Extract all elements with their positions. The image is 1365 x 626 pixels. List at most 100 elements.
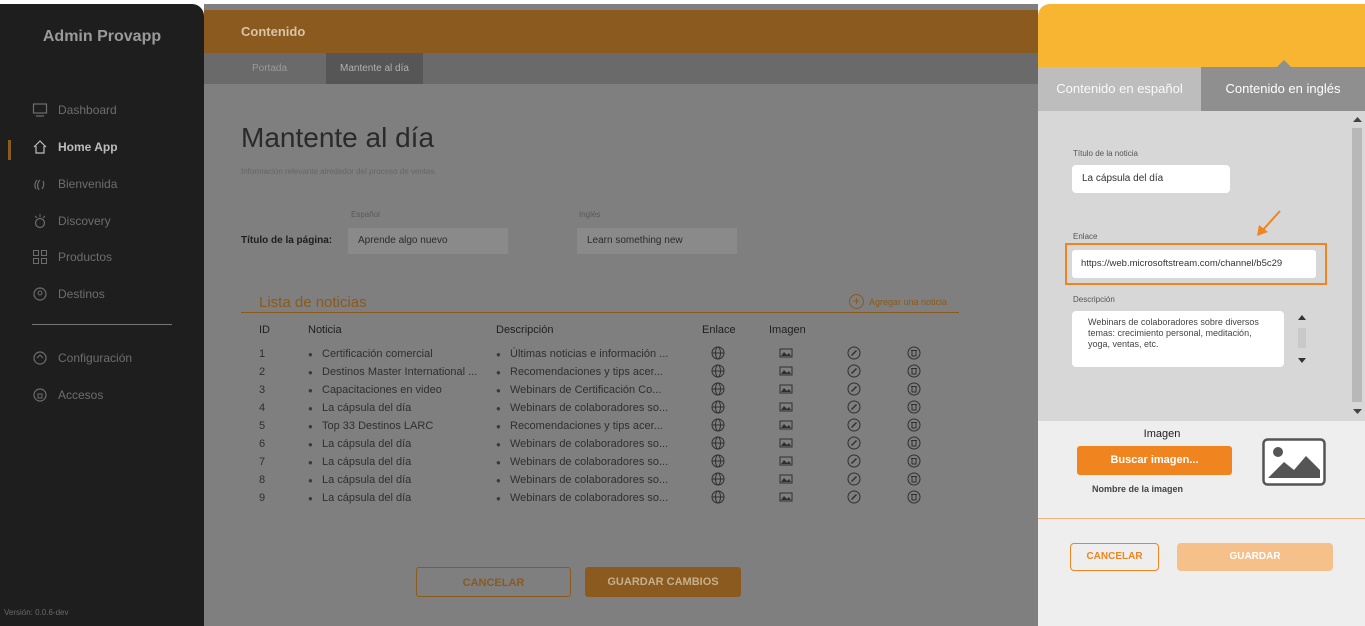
sidebar-item-label: Home App (58, 140, 118, 154)
image-icon[interactable] (779, 436, 793, 450)
table-row[interactable]: 8 ● La cápsula del día ● Webinars de colabor… (204, 472, 1038, 490)
delete-icon[interactable] (907, 418, 921, 432)
image-icon[interactable] (779, 490, 793, 504)
description-scrollbar[interactable] (1296, 312, 1308, 366)
table-row[interactable]: 4 ● La cápsula del día ● Webinars de colabor… (204, 400, 1038, 418)
row-id: 2 (259, 366, 266, 378)
settings-icon (33, 351, 47, 365)
sidebar-item-bienvenida[interactable]: Bienvenida (32, 174, 117, 194)
sidebar-item-accesos[interactable]: Accesos (32, 385, 103, 405)
edit-icon[interactable] (847, 472, 861, 486)
edit-icon[interactable] (847, 418, 861, 432)
description-label: Descripción (1073, 295, 1115, 304)
image-icon[interactable] (779, 454, 793, 468)
tab-mantente-al-dia[interactable]: Mantente al día (326, 53, 423, 84)
news-list-title: Lista de noticias (259, 294, 367, 311)
tab-contenido-espanol[interactable]: Contenido en español (1038, 67, 1201, 111)
edit-icon[interactable] (847, 364, 861, 378)
panel-cancel-button[interactable]: CANCELAR (1070, 543, 1159, 571)
bullet-icon: ● (496, 368, 501, 377)
section-header: Contenido (204, 10, 1038, 53)
bullet-icon: ● (496, 494, 501, 503)
globe-icon[interactable] (711, 454, 725, 468)
edit-icon[interactable] (847, 382, 861, 396)
table-row[interactable]: 7 ● La cápsula del día ● Webinars de colabor… (204, 454, 1038, 472)
delete-icon[interactable] (907, 346, 921, 360)
sidebar-item-configuracion[interactable]: Configuración (32, 348, 132, 368)
cancel-button[interactable]: CANCELAR (416, 567, 571, 597)
column-header-imagen: Imagen (769, 324, 806, 336)
image-icon[interactable] (779, 382, 793, 396)
delete-icon[interactable] (907, 400, 921, 414)
link-input[interactable]: https://web.microsoftstream.com/channel/… (1072, 250, 1316, 278)
globe-icon[interactable] (711, 490, 725, 504)
table-row[interactable]: 2 ● Destinos Master International ... ● Reco… (204, 364, 1038, 382)
table-row[interactable]: 1 ● Certificación comercial ● Últimas notici… (204, 346, 1038, 364)
column-header-enlace: Enlace (702, 324, 736, 336)
scroll-up-icon[interactable] (1353, 116, 1362, 124)
globe-icon[interactable] (711, 436, 725, 450)
image-icon[interactable] (779, 418, 793, 432)
edit-icon[interactable] (847, 454, 861, 468)
edit-icon[interactable] (847, 346, 861, 360)
scroll-down-icon[interactable] (1353, 407, 1362, 415)
row-noticia: Destinos Master International ... (322, 366, 478, 378)
row-noticia: Capacitaciones en video (322, 384, 442, 396)
save-changes-button[interactable]: GUARDAR CAMBIOS (585, 567, 741, 597)
search-image-button[interactable]: Buscar imagen... (1077, 446, 1232, 475)
add-news-button[interactable]: + Agregar una noticia (849, 294, 947, 309)
row-descripcion: Webinars de colaboradores so... (510, 402, 669, 414)
tab-contenido-ingles[interactable]: Contenido en inglés (1201, 60, 1365, 111)
row-descripcion: Últimas noticias e información ... (510, 348, 669, 360)
globe-icon[interactable] (711, 400, 725, 414)
table-row[interactable]: 9 ● La cápsula del día ● Webinars de colabor… (204, 490, 1038, 508)
image-icon[interactable] (779, 364, 793, 378)
row-id: 5 (259, 420, 266, 432)
tab-portada[interactable]: Portada (252, 53, 287, 84)
edit-news-panel: Contenido en español Contenido en inglés… (1038, 4, 1365, 626)
sidebar-item-dashboard[interactable]: Dashboard (32, 100, 117, 120)
image-icon[interactable] (779, 400, 793, 414)
delete-icon[interactable] (907, 490, 921, 504)
sidebar-item-discovery[interactable]: Discovery (32, 211, 111, 231)
table-row[interactable]: 3 ● Capacitaciones en video ● Webinars de Ce… (204, 382, 1038, 400)
edit-icon[interactable] (847, 490, 861, 504)
table-row[interactable]: 6 ● La cápsula del día ● Webinars de colabor… (204, 436, 1038, 454)
delete-icon[interactable] (907, 364, 921, 378)
globe-icon[interactable] (711, 364, 725, 378)
delete-icon[interactable] (907, 382, 921, 396)
edit-icon[interactable] (847, 400, 861, 414)
image-icon[interactable] (779, 472, 793, 486)
table-row[interactable]: 5 ● Top 33 Destinos LARC ● Recomendaciones y… (204, 418, 1038, 436)
sidebar-item-label: Accesos (58, 388, 104, 402)
row-id: 1 (259, 348, 266, 360)
delete-icon[interactable] (907, 454, 921, 468)
page-title-es-input[interactable]: Aprende algo nuevo (348, 228, 508, 254)
sidebar-item-label: Dashboard (58, 103, 117, 117)
globe-icon[interactable] (711, 418, 725, 432)
english-label: Inglés (579, 210, 601, 219)
sidebar-item-destinos[interactable]: Destinos (32, 284, 105, 304)
globe-icon[interactable] (711, 382, 725, 396)
row-id: 8 (259, 474, 266, 486)
edit-icon[interactable] (847, 436, 861, 450)
sidebar-divider (32, 324, 172, 325)
panel-save-button[interactable]: GUARDAR (1177, 543, 1333, 571)
bullet-icon: ● (496, 476, 501, 485)
image-icon[interactable] (779, 346, 793, 360)
sidebar-item-productos[interactable]: Productos (32, 247, 112, 267)
row-noticia: La cápsula del día (322, 402, 412, 414)
delete-icon[interactable] (907, 436, 921, 450)
page-title-en-input[interactable]: Learn something new (577, 228, 737, 254)
scroll-thumb[interactable] (1352, 128, 1362, 402)
location-pin-icon (33, 287, 47, 301)
sidebar-item-home-app[interactable]: Home App (32, 137, 118, 157)
page-subtitle: Información relevante alrededor del proc… (241, 167, 437, 176)
description-textarea[interactable]: Webinars de colaboradores sobre diversos… (1072, 311, 1284, 367)
globe-icon[interactable] (711, 346, 725, 360)
delete-icon[interactable] (907, 472, 921, 486)
sidebar: Admin Provapp Dashboard Home App Bienven… (0, 4, 204, 626)
news-title-input[interactable]: La cápsula del día (1072, 165, 1230, 193)
row-noticia: La cápsula del día (322, 438, 412, 450)
globe-icon[interactable] (711, 472, 725, 486)
